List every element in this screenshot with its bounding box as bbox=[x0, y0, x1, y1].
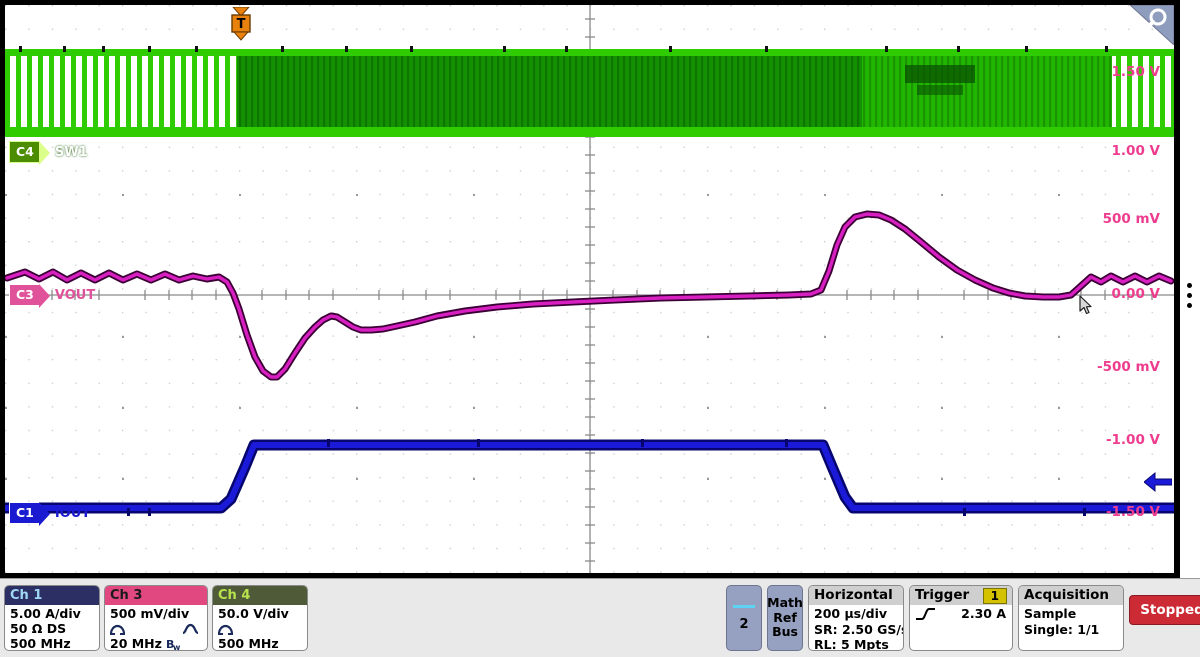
channel-badge-ch3[interactable]: Ch 3 500 mV/div 20 MHz bbox=[104, 585, 208, 651]
ch4-settings: 50.0 V/div 500 MHz bbox=[213, 605, 307, 651]
ch4-scale: 50.0 V/div bbox=[218, 606, 289, 621]
digital-channels-button[interactable]: 2 bbox=[726, 585, 762, 651]
toolbar-channel-group: Ch 1 5.00 A/div 50 Ω DS 500 MHz Ch 3 500… bbox=[0, 579, 308, 651]
horizontal-settings-panel[interactable]: Horizontal 200 µs/div SR: 2.50 GS/s RL: … bbox=[808, 585, 904, 651]
graticule: 1.50 V 1.00 V 500 mV 0.00 V -500 mV -1.0… bbox=[5, 5, 1174, 573]
channel-flag-c3[interactable]: C3 VOUT bbox=[9, 284, 95, 306]
horizontal-record-length: RL: 5 Mpts bbox=[814, 637, 903, 651]
bottom-toolbar: Ch 1 5.00 A/div 50 Ω DS 500 MHz Ch 3 500… bbox=[0, 578, 1200, 657]
vscale-label-7: -1.50 V bbox=[1106, 504, 1160, 520]
trace-iout bbox=[7, 439, 1171, 516]
dc-coupling-icon bbox=[110, 622, 125, 635]
ch3-title: Ch 3 bbox=[105, 586, 207, 605]
ch4-title: Ch 4 bbox=[213, 586, 307, 605]
digital-channel-count: 2 bbox=[739, 617, 748, 632]
horizontal-sample-rate: SR: 2.50 GS/s bbox=[814, 622, 903, 638]
channel-badge-ch4[interactable]: Ch 4 50.0 V/div 500 MHz bbox=[212, 585, 308, 651]
run-stop-status-button[interactable]: Stopped bbox=[1129, 595, 1200, 625]
zoom-corner-button[interactable] bbox=[1130, 5, 1174, 45]
channel-badge-c1[interactable]: C1 bbox=[9, 502, 39, 524]
trace-sw1 bbox=[5, 46, 1174, 137]
vscale-label-4: 0.00 V bbox=[1112, 286, 1160, 302]
vscale-label-2: 1.00 V bbox=[1112, 143, 1160, 159]
ch4-bandwidth: 500 MHz bbox=[218, 636, 279, 651]
trigger-position-marker-icon[interactable]: T bbox=[229, 7, 253, 41]
ch1-title: Ch 1 bbox=[5, 586, 99, 605]
acquisition-sequence: Single: 1/1 bbox=[1024, 622, 1123, 638]
bus-label: Bus bbox=[772, 625, 798, 640]
math-label: Math bbox=[767, 596, 803, 611]
vscale-label-5: -500 mV bbox=[1097, 359, 1160, 375]
channel-flag-c4[interactable]: C4 SW1 bbox=[9, 141, 88, 163]
horizontal-title: Horizontal bbox=[809, 586, 903, 605]
trigger-title: Trigger 1 bbox=[910, 586, 1012, 605]
ch1-impedance: 50 Ω DS bbox=[10, 621, 66, 636]
trace-vout bbox=[7, 214, 1171, 377]
ch1-bandwidth: 500 MHz bbox=[10, 636, 71, 651]
acquisition-settings-panel[interactable]: Acquisition Sample Single: 1/1 bbox=[1018, 585, 1124, 651]
svg-text:w: w bbox=[173, 643, 180, 650]
vscale-label-1: 1.50 V bbox=[1112, 64, 1160, 80]
channel-badge-c4[interactable]: C4 bbox=[9, 141, 39, 163]
acquisition-mode: Sample bbox=[1024, 606, 1123, 622]
bandwidth-limit-icon: B w bbox=[166, 638, 180, 650]
waveform-traces bbox=[5, 5, 1174, 573]
dc-coupling-icon bbox=[218, 622, 233, 635]
digital-indicator-bar bbox=[733, 605, 755, 608]
ref-label: Ref bbox=[773, 611, 797, 626]
trigger-settings-panel[interactable]: Trigger 1 2.30 A bbox=[909, 585, 1013, 651]
svg-text:T: T bbox=[237, 17, 246, 32]
channel-badge-c3[interactable]: C3 bbox=[9, 284, 39, 306]
waveform-plot-area[interactable]: 1.50 V 1.00 V 500 mV 0.00 V -500 mV -1.0… bbox=[0, 0, 1180, 578]
trigger-level-arrow-icon[interactable] bbox=[1144, 471, 1172, 493]
vscale-label-6: -1.00 V bbox=[1106, 432, 1160, 448]
ch1-settings: 5.00 A/div 50 Ω DS 500 MHz bbox=[5, 605, 99, 651]
ch3-scale: 500 mV/div bbox=[110, 606, 189, 621]
ch3-bandwidth: 20 MHz bbox=[110, 636, 162, 651]
trigger-values: 2.30 A bbox=[910, 605, 1012, 622]
mouse-pointer-icon bbox=[1079, 295, 1093, 315]
channel-flag-label-c4: SW1 bbox=[55, 146, 88, 159]
ac-waveform-icon bbox=[182, 623, 199, 635]
channel-badge-ch1[interactable]: Ch 1 5.00 A/div 50 Ω DS 500 MHz bbox=[4, 585, 100, 651]
toolbar-settings-group: 2 Math Ref Bus Horizontal 200 µs/div SR:… bbox=[726, 579, 1200, 651]
right-side-strip bbox=[1180, 0, 1200, 578]
ch1-scale: 5.00 A/div bbox=[10, 606, 81, 621]
oscilloscope-screen: 1.50 V 1.00 V 500 mV 0.00 V -500 mV -1.0… bbox=[0, 0, 1200, 657]
vscale-label-3: 500 mV bbox=[1103, 211, 1160, 227]
channel-flag-c1[interactable]: C1 IOUT bbox=[9, 502, 90, 524]
trigger-source-badge[interactable]: 1 bbox=[983, 588, 1007, 604]
acquisition-values: Sample Single: 1/1 bbox=[1019, 605, 1123, 637]
acquisition-title: Acquisition bbox=[1019, 586, 1123, 605]
horizontal-scale: 200 µs/div bbox=[814, 606, 903, 622]
trigger-level: 2.30 A bbox=[961, 606, 1006, 622]
horizontal-values: 200 µs/div SR: 2.50 GS/s RL: 5 Mpts bbox=[809, 605, 903, 651]
three-dot-menu-icon[interactable] bbox=[1187, 283, 1193, 313]
rising-edge-icon bbox=[915, 607, 937, 621]
ch3-settings: 500 mV/div 20 MHz bbox=[105, 605, 207, 651]
channel-flag-label-c3: VOUT bbox=[55, 289, 95, 302]
channel-flag-label-c1: IOUT bbox=[55, 507, 90, 520]
math-ref-bus-button[interactable]: Math Ref Bus bbox=[767, 585, 803, 651]
